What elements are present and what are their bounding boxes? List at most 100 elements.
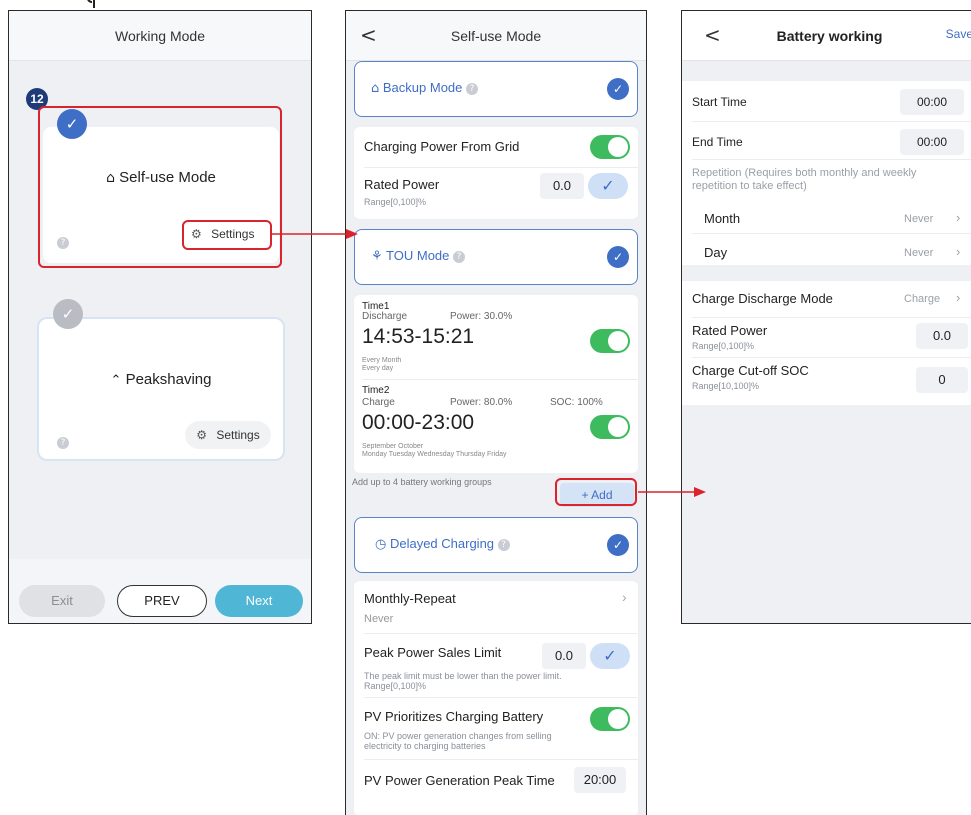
peak-sales-label: Peak Power Sales Limit	[364, 645, 502, 660]
start-time-input[interactable]: 00:00	[900, 89, 964, 115]
prev-button[interactable]: PREV	[117, 585, 207, 617]
chevron-right-icon[interactable]: ›	[956, 244, 960, 259]
backup-check-icon[interactable]: ✓	[607, 78, 629, 100]
time2-name: Time2	[362, 385, 390, 396]
rated-power-range: Range[0,100]%	[364, 197, 427, 207]
tou-icon: ⚘	[371, 249, 383, 264]
time2-range[interactable]: 00:00-23:00	[362, 411, 474, 435]
cropped-heading	[84, 0, 134, 8]
help-icon[interactable]: ?	[497, 538, 510, 551]
divider	[364, 167, 638, 168]
delayed-title: ◷ Delayed Charging ?	[375, 536, 510, 552]
time1-range[interactable]: 14:53-15:21	[362, 325, 474, 349]
settings-label: Settings	[216, 428, 260, 442]
arrow-settings-to-self-use	[272, 229, 358, 239]
time-groups: Time1 Discharge Power: 30.0% 14:53-15:21…	[354, 295, 638, 473]
time1-toggle[interactable]	[590, 329, 630, 353]
divider	[364, 697, 638, 698]
time1-day: Every day	[362, 365, 394, 372]
peakshaving-title: ⌃ Peakshaving	[39, 371, 283, 388]
backup-settings-group: Charging Power From Grid Rated Power Ran…	[354, 127, 638, 219]
divider	[362, 379, 638, 380]
nav-bar: < Self-use Mode	[346, 11, 646, 61]
chevron-right-icon[interactable]: ›	[956, 290, 960, 305]
time2-month: September October	[362, 443, 424, 450]
month-label[interactable]: Month	[704, 211, 740, 226]
pv-prior-toggle[interactable]	[590, 707, 630, 731]
divider	[692, 233, 971, 234]
month-value[interactable]: Never	[904, 213, 933, 225]
divider	[692, 317, 971, 318]
delayed-settings-group: Monthly-Repeat Never › Peak Power Sales …	[354, 581, 638, 815]
backup-title: ⌂ Backup Mode ?	[371, 80, 479, 96]
help-icon[interactable]: ?	[57, 437, 69, 449]
pv-prior-label: PV Prioritizes Charging Battery	[364, 709, 544, 724]
confirm-icon[interactable]: ✓	[590, 643, 630, 669]
peak-sales-note: The peak limit must be lower than the po…	[364, 671, 562, 681]
pv-peak-time-input[interactable]: 20:00	[574, 767, 626, 793]
end-time-input[interactable]: 00:00	[900, 129, 964, 155]
time-settings-group: Start Time 00:00 End Time 00:00 Repetiti…	[682, 81, 971, 265]
save-button[interactable]: Save	[946, 27, 971, 41]
chevron-right-icon[interactable]: ›	[956, 210, 960, 225]
day-label[interactable]: Day	[704, 245, 727, 260]
next-button[interactable]: Next	[215, 585, 303, 617]
chevron-right-icon[interactable]: ›	[622, 589, 627, 605]
charging-grid-label: Charging Power From Grid	[364, 139, 520, 154]
charging-grid-toggle[interactable]	[590, 135, 630, 159]
rated-power-input[interactable]: 0.0	[916, 323, 968, 349]
time2-day: Monday Tuesday Wednesday Thursday Friday	[362, 451, 507, 458]
monthly-repeat-label[interactable]: Monthly-Repeat	[364, 591, 456, 606]
divider	[692, 357, 971, 358]
add-hint: Add up to 4 battery working groups	[352, 477, 492, 487]
tou-title: ⚘ TOU Mode ?	[371, 248, 466, 264]
peak-sales-range: Range[0,100]%	[364, 681, 427, 691]
pv-prior-note1: ON: PV power generation changes from sel…	[364, 731, 552, 741]
repetition-note2: repetition to take effect)	[692, 180, 807, 192]
cutoff-label: Charge Cut-off SOC	[692, 363, 809, 378]
cd-mode-label[interactable]: Charge Discharge Mode	[692, 291, 833, 306]
time1-type: Discharge	[362, 311, 408, 322]
help-icon[interactable]: ?	[466, 82, 479, 95]
peakshaving-settings-button[interactable]: ⚙ Settings	[185, 421, 271, 449]
time1-power: Power: 30.0%	[450, 311, 513, 322]
working-mode-screen: Working Mode ⌂ Self-use Mode ? ⚙ Setting…	[8, 10, 312, 624]
back-icon[interactable]: <	[704, 23, 721, 47]
time2-power: Power: 80.0%	[450, 397, 513, 408]
delayed-charging-card[interactable]: ◷ Delayed Charging ? ✓	[354, 517, 638, 573]
repetition-note1: Repetition (Requires both monthly and we…	[692, 167, 917, 179]
delayed-check-icon[interactable]: ✓	[607, 534, 629, 556]
delayed-label: Delayed Charging	[389, 536, 495, 551]
time1-month: Every Month	[362, 357, 402, 364]
rated-power-input[interactable]: 0.0	[540, 173, 584, 199]
pv-prior-note2: electricity to charging batteries	[364, 741, 486, 751]
peak-sales-input[interactable]: 0.0	[542, 643, 586, 669]
rated-power-range: Range[0,100]%	[692, 341, 755, 351]
backup-mode-card[interactable]: ⌂ Backup Mode ? ✓	[354, 61, 638, 117]
charge-settings-group: Charge Discharge Mode Charge › Rated Pow…	[682, 281, 971, 405]
backup-label: Backup Mode	[382, 80, 463, 95]
help-icon[interactable]: ?	[453, 250, 466, 263]
divider	[692, 159, 971, 160]
highlight-settings	[182, 220, 272, 250]
unselected-check-icon[interactable]: ✓	[53, 299, 83, 329]
time2-toggle[interactable]	[590, 415, 630, 439]
time2-type: Charge	[362, 397, 395, 408]
rated-power-label: Rated Power	[364, 177, 440, 192]
day-value[interactable]: Never	[904, 247, 933, 259]
start-time-label: Start Time	[692, 95, 747, 109]
rated-power-label: Rated Power	[692, 323, 768, 338]
back-icon[interactable]: <	[360, 23, 377, 47]
cd-mode-value[interactable]: Charge	[904, 293, 940, 305]
end-time-label: End Time	[692, 135, 743, 149]
highlight-add	[555, 478, 637, 506]
confirm-icon[interactable]: ✓	[588, 173, 628, 199]
cutoff-input[interactable]: 0	[916, 367, 968, 393]
nav-bar: < Battery working Save	[682, 11, 971, 61]
pv-peak-time-label: PV Power Generation Peak Time	[364, 773, 555, 788]
tou-mode-card[interactable]: ⚘ TOU Mode ? ✓	[354, 229, 638, 285]
peakshaving-card[interactable]: ⌃ Peakshaving ? ⚙ Settings	[39, 319, 283, 459]
tou-check-icon[interactable]: ✓	[607, 246, 629, 268]
page-title: Working Mode	[114, 27, 205, 44]
exit-button[interactable]: Exit	[19, 585, 105, 617]
